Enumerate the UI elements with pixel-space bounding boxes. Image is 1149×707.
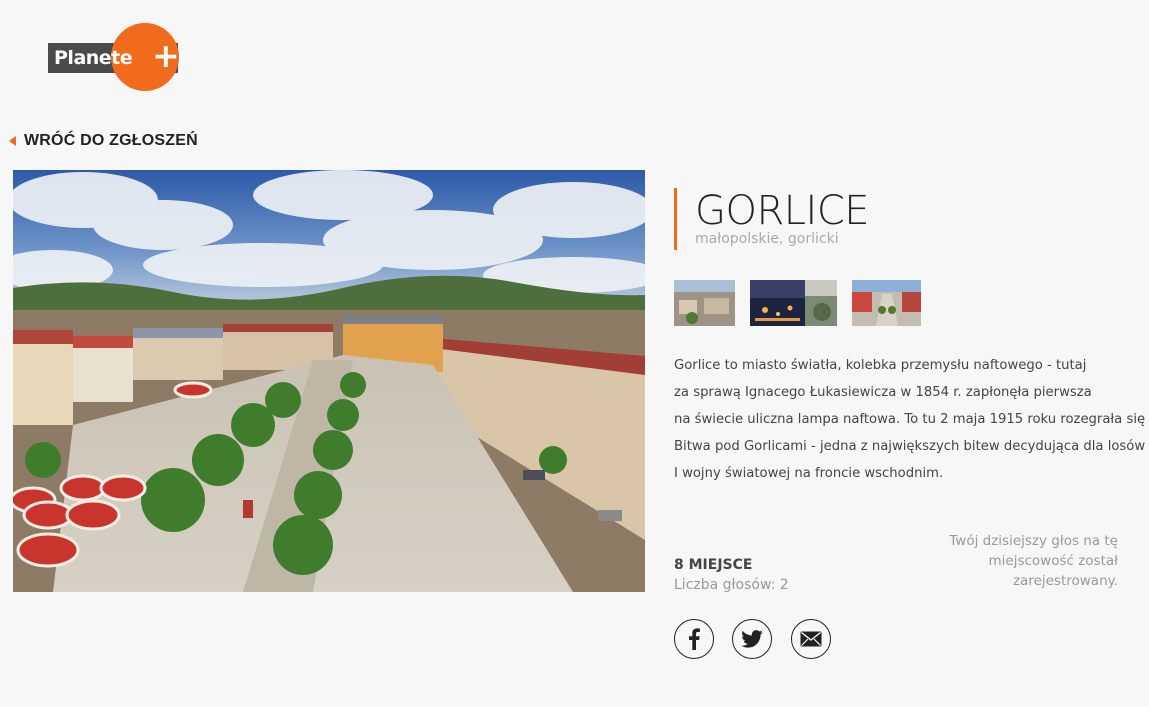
- logo-plus: +: [152, 36, 180, 75]
- back-to-submissions-link[interactable]: WRÓĆ DO ZGŁOSZEŃ: [9, 132, 198, 150]
- planete-logo[interactable]: Planete +: [48, 22, 180, 92]
- town-square-photo: [13, 170, 645, 592]
- place-name: GORLICE: [695, 188, 870, 234]
- description-line: za sprawą Ignacego Łukasiewicza w 1854 r…: [674, 385, 1092, 400]
- description-line: I wojny światowej na froncie wschodnim.: [674, 466, 944, 481]
- description-line: Gorlice to miasto światła, kolebka przem…: [674, 358, 1087, 373]
- notice-line: Twój dzisiejszy głos na tę: [949, 533, 1118, 549]
- facebook-share-button[interactable]: [674, 619, 714, 659]
- vote-registered-notice: Twój dzisiejszy głos na tę miejscowość z…: [918, 531, 1118, 591]
- facebook-icon: [689, 628, 700, 650]
- main-photo: [13, 170, 645, 592]
- twitter-share-button[interactable]: [732, 619, 772, 659]
- place-title-block: GORLICE małopolskie, gorlicki: [674, 188, 870, 250]
- notice-line: miejscowość został: [988, 553, 1118, 569]
- description-line: na świecie uliczna lampa naftowa. To tu …: [674, 412, 1146, 427]
- description-line: Bitwa pod Gorlicami - jedna z największy…: [674, 439, 1146, 454]
- logo-text: Planete: [54, 47, 133, 69]
- email-share-button[interactable]: [791, 619, 831, 659]
- gallery-thumbnail-3[interactable]: [852, 280, 921, 326]
- gallery-thumbnail-2[interactable]: [750, 280, 837, 326]
- arrow-left-icon: [9, 136, 16, 146]
- email-icon: [800, 631, 822, 647]
- gallery-thumbnail-1[interactable]: [674, 280, 735, 326]
- place-description: Gorlice to miasto światła, kolebka przem…: [674, 352, 1146, 487]
- ranking-position: 8 MIEJSCE: [674, 557, 753, 573]
- vote-count: Liczba głosów: 2: [674, 577, 789, 593]
- back-link-label: WRÓĆ DO ZGŁOSZEŃ: [24, 132, 198, 149]
- notice-line: zarejestrowany.: [1012, 573, 1118, 589]
- twitter-icon: [741, 630, 763, 648]
